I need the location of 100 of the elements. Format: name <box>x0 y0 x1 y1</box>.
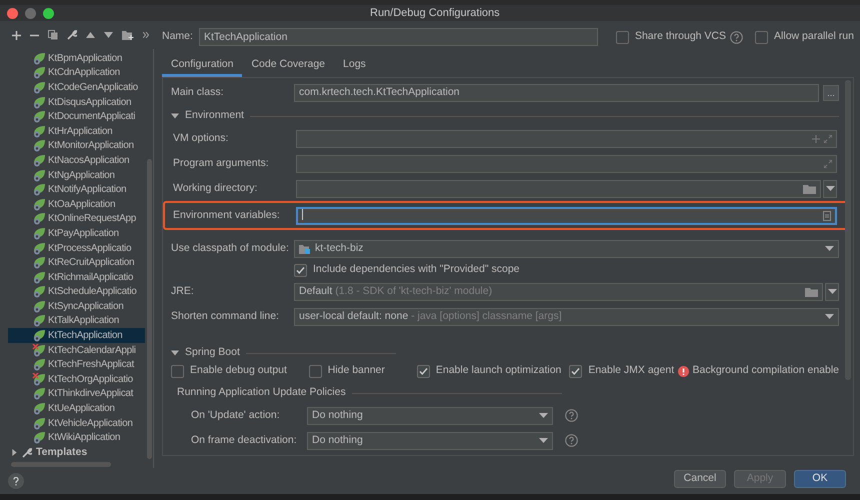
module-folder-icon <box>299 244 311 254</box>
tree-item[interactable]: Templates <box>8 445 145 460</box>
error-icon <box>678 366 688 376</box>
tree-item-label: KtReCruitApplication <box>48 256 134 270</box>
tree-item-label: KtHrApplication <box>48 124 112 139</box>
field-label: VM options: <box>173 130 230 146</box>
spring-icon <box>32 96 46 109</box>
tree-item[interactable]: KtBpmApplication <box>8 51 145 66</box>
jre-field[interactable]: Default (1.8 - SDK of 'kt-tech-biz' module) <box>294 282 823 300</box>
input-field[interactable] <box>296 180 821 198</box>
add-icon[interactable] <box>12 30 21 40</box>
dropdown-button[interactable] <box>825 282 839 300</box>
zoom-button[interactable] <box>43 8 54 18</box>
input-field[interactable] <box>296 154 837 172</box>
tree-item[interactable]: KtHrApplication <box>8 124 145 139</box>
checkbox[interactable] <box>294 264 307 276</box>
tree-item[interactable]: KtNotifyApplication <box>8 182 145 197</box>
tree-item[interactable]: KtMonitorApplication <box>8 138 145 154</box>
tree-item-label: KtCodeGenApplicatio <box>48 80 138 95</box>
checkbox-label: Enable launch optimization <box>436 363 562 378</box>
tree-item[interactable]: KtRichmailApplicatio <box>8 270 145 284</box>
scrollbar[interactable] <box>11 462 111 468</box>
tree-item-label: KtVehicleApplication <box>48 416 133 431</box>
tree-item[interactable]: KtSyncApplication <box>8 299 145 314</box>
tree-item[interactable]: KtUeApplication <box>8 401 145 416</box>
dropdown-button[interactable] <box>823 180 837 198</box>
help-icon[interactable] <box>565 434 578 447</box>
tree-item[interactable]: KtOnlineRequestApp <box>8 212 145 226</box>
more-icon[interactable] <box>143 32 149 38</box>
checkbox[interactable] <box>416 364 430 378</box>
input-field[interactable] <box>296 206 837 224</box>
spring-icon <box>32 285 46 298</box>
field-label: Main class: <box>171 85 225 100</box>
input-field[interactable] <box>296 130 837 148</box>
tree-item[interactable]: KtCodeGenApplicatio <box>8 80 145 95</box>
wrench-icon <box>22 448 32 458</box>
minimize-button[interactable] <box>25 8 36 18</box>
help-button[interactable] <box>8 473 24 489</box>
tree-item[interactable]: KtTechFreshApplicat <box>8 357 145 372</box>
new-folder-icon[interactable] <box>122 30 134 40</box>
checkbox[interactable] <box>755 30 768 44</box>
help-icon[interactable] <box>730 30 744 44</box>
tab[interactable]: Configuration <box>162 55 242 77</box>
field-label: Program arguments: <box>173 156 270 171</box>
tab[interactable]: Code Coverage <box>242 55 334 77</box>
field-label: JRE: <box>171 284 195 299</box>
tree-item[interactable]: KtTechOrgApplicatio <box>8 372 145 387</box>
scrollbar[interactable] <box>147 159 152 459</box>
tree-item[interactable]: KtNgApplication <box>8 168 145 182</box>
document-icon[interactable] <box>823 210 831 220</box>
browse-button[interactable]: ... <box>823 85 839 101</box>
main-class-field[interactable]: com.krtech.tech.KtTechApplication <box>294 84 819 102</box>
tree-item-label: KtTalkApplication <box>48 314 120 328</box>
expand-icon[interactable] <box>824 160 832 168</box>
wrench-icon[interactable] <box>67 30 77 40</box>
move-down-icon[interactable] <box>104 32 113 38</box>
tree-item[interactable]: KtTalkApplication <box>8 314 145 328</box>
checkbox[interactable] <box>171 364 184 378</box>
tree-item[interactable]: KtScheduleApplicatio <box>8 284 145 300</box>
tree-item[interactable]: KtThinkdirveApplicat <box>8 386 145 402</box>
tab[interactable]: Logs <box>334 55 375 77</box>
tree-item[interactable]: KtNacosApplication <box>8 153 145 168</box>
spring-icon <box>32 80 46 94</box>
spring-icon <box>32 212 46 226</box>
close-button[interactable] <box>7 8 18 18</box>
move-up-icon[interactable] <box>86 32 95 38</box>
disclosure-icon[interactable] <box>171 112 179 120</box>
checkbox[interactable] <box>616 30 629 44</box>
checkbox[interactable] <box>569 364 582 378</box>
disclosure-icon[interactable] <box>171 349 179 357</box>
help-icon[interactable] <box>565 409 578 422</box>
disclosure-icon[interactable] <box>11 449 18 456</box>
expand-icon[interactable] <box>824 134 832 142</box>
tree-item[interactable]: KtProcessApplicatio <box>8 240 145 256</box>
tree-item[interactable]: KtReCruitApplication <box>8 255 145 270</box>
tree-item[interactable]: KtTechCalendarAppli <box>8 342 145 358</box>
shorten-dropdown[interactable]: user-local default: none - java [options] classname [args] <box>294 308 839 326</box>
tree-item[interactable]: KtDocumentApplicati <box>8 109 145 124</box>
dialog-button[interactable]: Cancel <box>674 470 726 488</box>
tree-item-label: KtPayApplication <box>48 226 119 241</box>
tree-item[interactable]: KtDisqusApplication <box>8 94 145 110</box>
tree-item[interactable]: KtVehicleApplication <box>8 416 145 430</box>
field-label: On 'Update' action: <box>191 408 281 423</box>
name-field[interactable]: KtTechApplication <box>198 28 598 46</box>
tree-item[interactable]: KtWikiApplication <box>8 430 145 446</box>
folder-icon[interactable] <box>803 184 816 194</box>
tree-item[interactable]: KtPayApplication <box>8 226 145 241</box>
spring-error-icon <box>32 344 46 357</box>
module-dropdown[interactable]: kt-tech-biz <box>294 240 839 258</box>
tree-item[interactable]: KtTechApplication <box>8 328 145 343</box>
tree-item-label: KtDisqusApplication <box>48 96 132 110</box>
folder-icon[interactable] <box>805 286 818 296</box>
tree-item[interactable]: KtCdnApplication <box>8 66 145 80</box>
checkbox[interactable] <box>308 364 322 378</box>
policy-dropdown[interactable]: Do nothing <box>307 406 553 424</box>
scrollbar[interactable] <box>845 80 851 380</box>
dialog-button[interactable]: OK <box>794 470 846 488</box>
policy-dropdown[interactable]: Do nothing <box>307 432 553 450</box>
copy-icon[interactable] <box>48 30 58 40</box>
tree-item[interactable]: KtOaApplication <box>8 196 145 212</box>
